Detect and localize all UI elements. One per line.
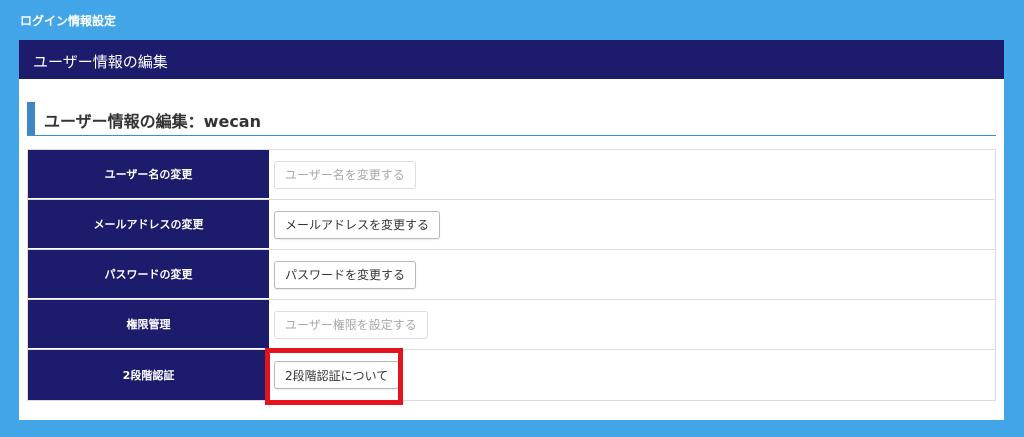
change-password-button[interactable]: パスワードを変更する: [274, 260, 417, 289]
row-email: メールアドレスの変更 メールアドレスを変更する: [28, 200, 995, 250]
row-cell-permissions: ユーザー権限を設定する: [269, 300, 995, 349]
row-cell-username: ユーザー名を変更する: [269, 150, 995, 199]
row-cell-password: パスワードを変更する: [269, 250, 995, 299]
row-label-permissions: 権限管理: [28, 300, 269, 349]
section-heading-text: ユーザー情報の編集：wecan: [44, 112, 261, 131]
row-two-factor: 2段階認証 2段階認証について: [28, 350, 995, 400]
panel-header: ユーザー情報の編集: [19, 40, 1004, 79]
row-cell-email: メールアドレスを変更する: [269, 200, 995, 249]
row-username: ユーザー名の変更 ユーザー名を変更する: [28, 150, 995, 200]
settings-table: ユーザー名の変更 ユーザー名を変更する メールアドレスの変更 メールアドレスを変…: [27, 149, 996, 401]
highlight-annotation-box: [265, 348, 403, 405]
page-title: ログイン情報設定: [20, 14, 117, 28]
row-label-password: パスワードの変更: [28, 250, 269, 299]
row-password: パスワードの変更 パスワードを変更する: [28, 250, 995, 300]
heading-accent-bar: [27, 102, 35, 135]
change-username-button[interactable]: ユーザー名を変更する: [274, 160, 416, 189]
row-permissions: 権限管理 ユーザー権限を設定する: [28, 300, 995, 350]
set-permissions-button[interactable]: ユーザー権限を設定する: [274, 310, 428, 339]
row-label-two-factor: 2段階認証: [28, 350, 269, 400]
row-label-email: メールアドレスの変更: [28, 200, 269, 249]
user-edit-panel: ユーザー情報の編集 ユーザー情報の編集：wecan ユーザー名の変更 ユーザー名…: [19, 40, 1004, 420]
change-email-button[interactable]: メールアドレスを変更する: [274, 210, 441, 239]
row-label-username: ユーザー名の変更: [28, 150, 269, 199]
section-heading: ユーザー情報の編集：wecan: [27, 102, 996, 136]
